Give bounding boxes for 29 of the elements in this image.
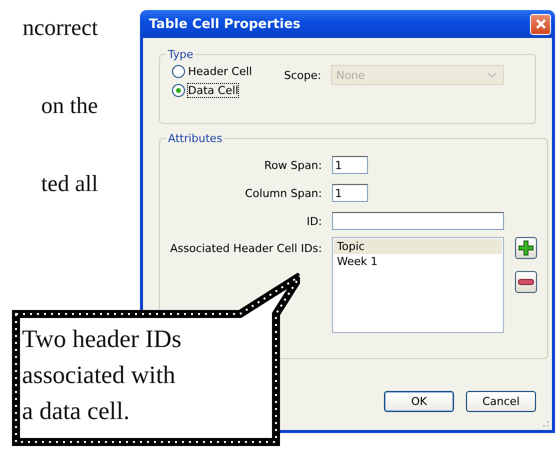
dialog-button[interactable]: OK (384, 391, 454, 412)
chevron-down-icon (487, 71, 498, 79)
body-text: ncorrect (22, 14, 98, 42)
field-label: Associated Header Cell IDs: (170, 241, 323, 255)
radio-option[interactable]: Header Cell (172, 65, 272, 78)
scope-label: Scope: (284, 69, 322, 82)
field-label: Column Span: (244, 186, 323, 200)
resize-grip-icon[interactable] (540, 418, 550, 428)
remove-button[interactable] (515, 271, 537, 293)
minus-icon (518, 279, 534, 285)
input-field[interactable] (332, 212, 504, 230)
group-label: Attributes (167, 132, 224, 145)
field-label: ID: (306, 214, 323, 228)
callout-text: Two header IDs associated with a data cell. (22, 325, 182, 427)
list-item[interactable]: Week 1 (334, 254, 502, 269)
close-icon (534, 18, 546, 30)
add-button[interactable] (515, 237, 537, 259)
plus-icon (518, 240, 534, 256)
group-label: Type (167, 48, 194, 61)
body-text: on the (41, 92, 98, 120)
dialog-button[interactable]: Cancel (466, 391, 536, 412)
field-label: Row Span: (263, 158, 323, 172)
list-item[interactable]: Topic (334, 239, 502, 254)
window-title: Table Cell Properties (149, 16, 300, 32)
input-field[interactable]: 1 (332, 156, 368, 174)
input-field[interactable]: 1 (332, 184, 368, 202)
radio-option[interactable]: Data Cell (172, 84, 272, 97)
close-button[interactable] (530, 14, 551, 34)
body-text: ted all (41, 170, 98, 198)
